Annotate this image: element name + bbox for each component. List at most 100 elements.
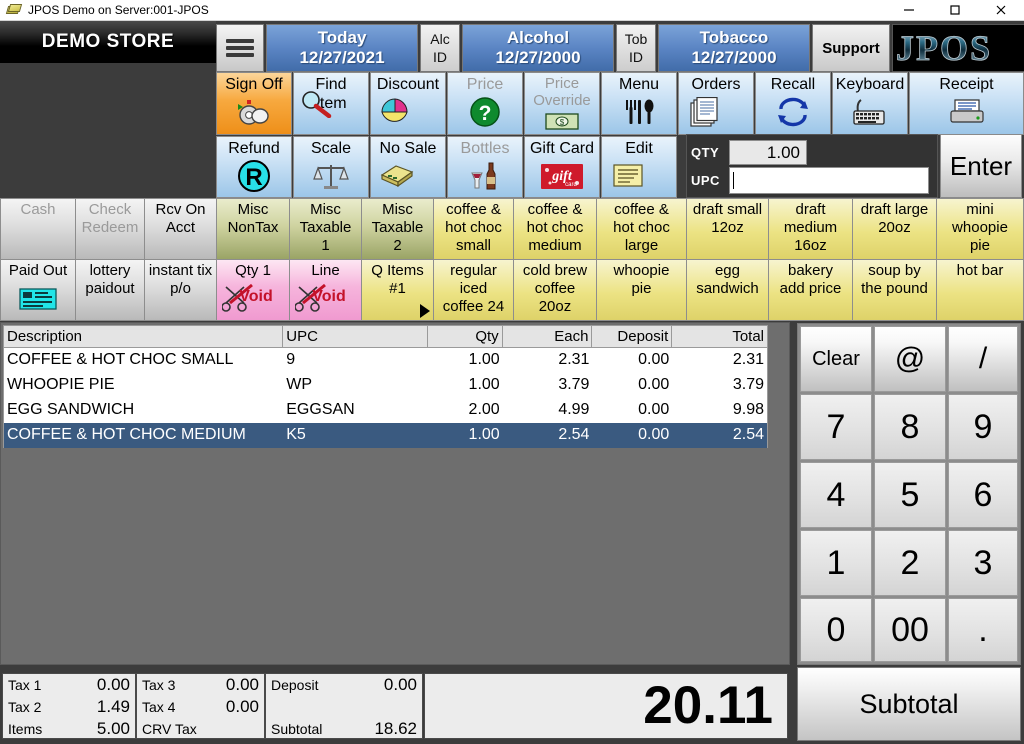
dept-key-label: coffee & hot choc medium — [526, 201, 584, 254]
table-row[interactable]: WHOOPIE PIE WP 1.00 3.79 0.00 3.79 — [4, 373, 767, 398]
keyboard-button[interactable]: Keyboard — [832, 72, 908, 135]
table-row[interactable]: COFFEE & HOT CHOC SMALL 9 1.00 2.31 0.00… — [4, 348, 767, 373]
transaction-header-row: Description UPC Qty Each Deposit Total — [3, 325, 768, 348]
dept-key-misc-taxable-1[interactable]: Misc Taxable 1 — [289, 198, 362, 260]
dept-key-draft-medium-16oz[interactable]: draft medium 16oz — [768, 198, 853, 260]
dept-key-egg-sandwich[interactable]: egg sandwich — [686, 259, 769, 321]
bottles-label: Bottles — [460, 140, 510, 157]
today-date-button[interactable]: Today 12/27/2021 — [266, 24, 418, 72]
discount-button[interactable]: Discount — [370, 72, 446, 135]
bottles-button[interactable]: Bottles — [447, 136, 523, 198]
dept-key-label: draft small 12oz — [692, 201, 763, 236]
crv-label: CRV Tax — [142, 721, 197, 737]
transaction-list[interactable]: Description UPC Qty Each Deposit Total C… — [0, 322, 790, 665]
keypad-8[interactable]: 8 — [874, 394, 946, 460]
edit-button[interactable]: Edit — [601, 136, 677, 198]
table-row[interactable]: EGG SANDWICH EGGSAN 2.00 4.99 0.00 9.98 — [4, 398, 767, 423]
keypad-at[interactable]: @ — [874, 326, 946, 392]
dept-key-qty-1-void[interactable]: Qty 1 Void — [216, 259, 290, 321]
tax4-row: Tax 4 0.00 — [137, 696, 264, 718]
enter-button[interactable]: Enter — [940, 134, 1022, 198]
alc-id-line1: Alc — [430, 31, 450, 47]
price-override-button[interactable]: Price Override $ — [524, 72, 600, 135]
scale-button[interactable]: Scale — [293, 136, 369, 198]
price-button[interactable]: Price ? — [447, 72, 523, 135]
dept-key-cash[interactable]: Cash — [0, 198, 76, 260]
table-row-selected[interactable]: COFFEE & HOT CHOC MEDIUM K5 1.00 2.54 0.… — [4, 423, 767, 448]
cell-deposit: 0.00 — [638, 351, 670, 368]
receipt-label: Receipt — [939, 76, 994, 93]
minimize-icon[interactable] — [886, 0, 932, 21]
tax1-value: 0.00 — [96, 675, 130, 694]
keypad-7[interactable]: 7 — [800, 394, 872, 460]
refund-button[interactable]: Refund R — [216, 136, 292, 198]
dept-key-misc-nontax[interactable]: Misc NonTax — [216, 198, 290, 260]
window-title: JPOS Demo on Server:001-JPOS — [28, 3, 209, 17]
dept-key-mini-whoopie-pie[interactable]: mini whoopie pie — [936, 198, 1024, 260]
sign-off-button[interactable]: Sign Off — [216, 72, 292, 135]
dept-key-hot-bar[interactable]: hot bar — [936, 259, 1024, 321]
grand-total-value: 20.11 — [643, 676, 773, 735]
support-button[interactable]: Support — [812, 24, 890, 72]
cutlery-icon — [622, 95, 656, 129]
dept-key-instant-tix-po[interactable]: instant tix p/o — [144, 259, 217, 321]
no-sale-button[interactable]: No Sale — [370, 136, 446, 198]
keypad-clear[interactable]: Clear — [800, 326, 872, 392]
dept-key-bakery-add-price[interactable]: bakery add price — [768, 259, 853, 321]
tobacco-label: Tobacco — [699, 28, 769, 47]
dept-key-soup-by-the-pound[interactable]: soup by the pound — [852, 259, 937, 321]
cell-description: COFFEE & HOT CHOC MEDIUM — [7, 426, 246, 443]
dept-key-coffee-hot-choc-large[interactable]: coffee & hot choc large — [596, 198, 687, 260]
keypad-5[interactable]: 5 — [874, 462, 946, 528]
subtotal-label: Subtotal — [271, 721, 323, 737]
alcohol-date-button[interactable]: Alcohol 12/27/2000 — [462, 24, 614, 72]
dept-key-q-items-1[interactable]: Q Items #1 — [361, 259, 434, 321]
dept-key-whoopie-pie[interactable]: whoopie pie — [596, 259, 687, 321]
keypad-4[interactable]: 4 — [800, 462, 872, 528]
dept-key-draft-small-12oz[interactable]: draft small 12oz — [686, 198, 769, 260]
dept-key-paid-out[interactable]: Paid Out — [0, 259, 76, 321]
keypad-2[interactable]: 2 — [874, 530, 946, 596]
keypad-0[interactable]: 0 — [800, 598, 872, 662]
keypad-9[interactable]: 9 — [948, 394, 1018, 460]
upc-input[interactable] — [729, 166, 929, 194]
find-item-button[interactable]: Find Item — [293, 72, 369, 135]
keypad-double-zero[interactable]: 00 — [874, 598, 946, 662]
dept-key-coffee-hot-choc-small[interactable]: coffee & hot choc small — [433, 198, 514, 260]
dept-key-cold-brew-coffee-20oz[interactable]: cold brew coffee 20oz — [513, 259, 597, 321]
dept-key-rcv-on-acct[interactable]: Rcv On Acct — [144, 198, 217, 260]
dept-key-check-redeem[interactable]: Check Redeem — [75, 198, 145, 260]
dept-key-draft-large-20oz[interactable]: draft large 20oz — [852, 198, 937, 260]
dept-key-line-void[interactable]: Line Void — [289, 259, 362, 321]
maximize-icon[interactable] — [932, 0, 978, 21]
gift-card-button[interactable]: Gift Card gift card — [524, 136, 600, 198]
keypad-3[interactable]: 3 — [948, 530, 1018, 596]
tobacco-id-button[interactable]: Tob ID — [616, 24, 656, 72]
keypad-slash[interactable]: / — [948, 326, 1018, 392]
keypad-6[interactable]: 6 — [948, 462, 1018, 528]
close-icon[interactable] — [978, 0, 1024, 21]
keypad-decimal[interactable]: . — [948, 598, 1018, 662]
deposit-label: Deposit — [271, 677, 319, 693]
tobacco-date-button[interactable]: Tobacco 12/27/2000 — [658, 24, 810, 72]
dept-key-misc-taxable-2[interactable]: Misc Taxable 2 — [361, 198, 434, 260]
qty-input[interactable]: 1.00 — [729, 139, 807, 165]
keypad-1[interactable]: 1 — [800, 530, 872, 596]
menu-button[interactable]: Menu — [601, 72, 677, 135]
tobacco-date: 12/27/2000 — [691, 48, 777, 67]
tax2-label: Tax 2 — [8, 699, 42, 715]
cell-each: 2.31 — [558, 351, 590, 368]
alcohol-id-button[interactable]: Alc ID — [420, 24, 460, 72]
subtotal-button[interactable]: Subtotal — [797, 667, 1021, 741]
svg-text:JPOS: JPOS — [896, 28, 992, 68]
hamburger-menu-button[interactable] — [216, 24, 264, 72]
discount-label: Discount — [376, 76, 440, 93]
dept-key-label: Misc NonTax — [227, 201, 279, 236]
receipt-button[interactable]: Receipt — [909, 72, 1024, 135]
dept-key-regular-iced-coffee-24[interactable]: regular iced coffee 24 — [433, 259, 514, 321]
recall-button[interactable]: Recall — [755, 72, 831, 135]
dept-key-lottery-paidout[interactable]: lottery paidout — [75, 259, 145, 321]
keypad-label: / — [978, 342, 988, 375]
dept-key-coffee-hot-choc-medium[interactable]: coffee & hot choc medium — [513, 198, 597, 260]
orders-button[interactable]: Orders — [678, 72, 754, 135]
